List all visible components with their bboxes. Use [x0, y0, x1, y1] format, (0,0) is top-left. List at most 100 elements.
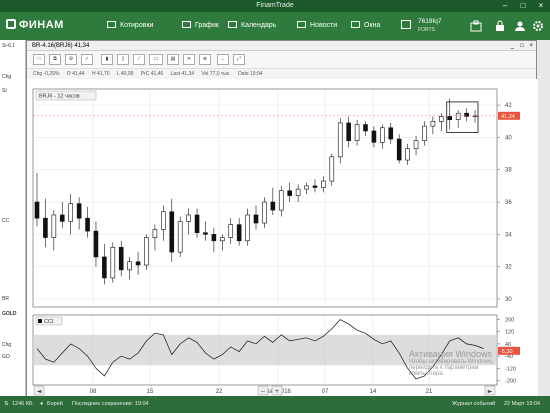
status-datetime: 22 Март 19:04 [504, 401, 541, 407]
finam-logo: ФИНАМ [6, 19, 64, 31]
candle-down [93, 230, 99, 258]
candle-down [396, 138, 402, 161]
x-tick-label: 08 [90, 389, 97, 395]
cci-legend-swatch [38, 319, 42, 323]
copy-icon[interactable]: ⧉ [49, 54, 61, 65]
logo-text: ФИНАМ [19, 19, 64, 31]
account-market: FORTS [418, 27, 435, 33]
y-tick-label: 32 [505, 265, 512, 271]
candle-down [270, 201, 276, 211]
candle-up [186, 214, 191, 222]
news-icon [297, 21, 306, 28]
chart-window-title-text: BR-4.16(BRJ6) 41,34 [32, 43, 90, 49]
crosshair-icon[interactable]: ✕ [183, 54, 195, 65]
minimize-icon[interactable]: – [496, 0, 514, 12]
chart-window-title[interactable]: BR-4.16(BRJ6) 41,34 _ □ × [27, 41, 536, 51]
candle-down [253, 214, 259, 224]
info-last: Last 41,34 [170, 71, 195, 77]
user-icon[interactable] [514, 20, 526, 32]
candle-up [380, 127, 385, 143]
cci-tick-label: 120 [505, 330, 514, 336]
candle-up [161, 211, 166, 230]
measure-icon[interactable]: ↔ [217, 54, 229, 65]
y-tick-label: 38 [505, 168, 512, 174]
line-icon[interactable]: ⁄ [133, 54, 145, 65]
y-tick-label: 42 [505, 103, 512, 109]
menu-windows[interactable]: Окна [351, 21, 380, 29]
stub-label: Chg [2, 74, 12, 80]
info-volume: Vol 77,0 тыс. [201, 71, 231, 77]
candle-down [43, 217, 48, 238]
candle-up [329, 156, 335, 182]
orders-icon[interactable] [470, 20, 482, 32]
menu-calendar[interactable]: Календарь [228, 21, 276, 29]
close-icon[interactable]: × [532, 0, 550, 12]
y-tick-label: 34 [505, 232, 512, 238]
candle-down [118, 246, 124, 271]
settings-icon[interactable]: ⚙ [65, 54, 77, 65]
candle-down [34, 201, 40, 219]
bars-icon[interactable]: ▮ [101, 54, 113, 65]
draw-icon[interactable]: ⊕ [199, 54, 211, 65]
candle-up [413, 140, 419, 150]
account-info[interactable]: 7618fq7 FORTS [418, 18, 442, 34]
candle-up [337, 122, 343, 158]
candle-up [68, 203, 73, 222]
candle-up [278, 190, 284, 211]
scroll-left-button-label: ◄ [37, 388, 42, 395]
menu-quotes[interactable]: Котировки [107, 21, 153, 29]
period-icon[interactable]: ▭ [149, 54, 163, 65]
candle-up [295, 188, 301, 196]
windows-icon [351, 21, 360, 28]
menu-chart[interactable]: График [182, 21, 219, 29]
lock-icon[interactable] [494, 20, 506, 32]
candle-up [321, 180, 326, 188]
window-minimize-icon[interactable]: _ [511, 41, 514, 51]
stub-label: Si-6.1 [2, 43, 16, 49]
candle-up [220, 237, 225, 242]
account-id: 7618fq7 [418, 18, 442, 25]
maximize-icon[interactable]: □ [514, 0, 532, 12]
candle-down [346, 122, 351, 141]
menu-chart-label: График [195, 22, 219, 29]
candle-up [430, 120, 436, 127]
events-journal-link[interactable]: Журнал событий [452, 401, 495, 407]
menu-windows-label: Окна [364, 22, 381, 29]
candle-up [152, 229, 158, 238]
cci-tick-label: -200 [505, 378, 516, 384]
title-bar: FinamTrade – □ × [0, 0, 550, 12]
candle-up [405, 148, 410, 161]
chart-window: BR-4.16(BRJ6) 41,34 _ □ × □ ⧉ ⚙ ✓ ▮ ▯ ⁄ … [26, 40, 538, 397]
status-autosave: Последнее сохранение: 19:04 [72, 401, 149, 407]
window-maximize-icon[interactable]: □ [520, 41, 524, 51]
y-tick-label: 40 [505, 135, 512, 141]
candle-up [304, 185, 309, 190]
watermark-title: Активация Windows [409, 349, 492, 359]
menu-news[interactable]: Новости [297, 21, 337, 29]
x-tick-label: 21 [426, 389, 433, 395]
cci-label: CCI [44, 319, 54, 325]
series-label: BRJ6 - 12 часов [39, 94, 80, 100]
indicator-icon[interactable]: ✓ [81, 54, 93, 65]
stub-label: CC [2, 218, 10, 224]
zoom-icon[interactable]: ⤢ [233, 54, 245, 65]
portfolio-icon[interactable] [401, 20, 415, 30]
candle-down [363, 124, 368, 132]
x-tick-label: 15 [147, 389, 154, 395]
chart-toolbar: □ ⧉ ⚙ ✓ ▮ ▯ ⁄ ▭ ▤ ✕ ⊕ ↔ ⤢ [27, 51, 536, 69]
scroll-right-button-label: ► [488, 388, 493, 395]
y-tick-label: 36 [505, 200, 512, 206]
new-chart-icon[interactable]: □ [33, 54, 45, 65]
zoom-in-button-label: + [274, 388, 279, 395]
candle-up [228, 224, 234, 238]
gear-icon[interactable] [532, 20, 544, 32]
stub-label: BR [2, 296, 9, 302]
window-close-icon[interactable]: × [529, 41, 533, 51]
candles-icon[interactable]: ▯ [117, 54, 129, 65]
candle-down [194, 214, 200, 234]
stub-label: GO [2, 354, 10, 360]
status-traffic: 1246 КБ [12, 401, 33, 407]
compare-icon[interactable]: ▤ [167, 54, 179, 65]
chart-icon [182, 21, 191, 28]
x-tick-label: 14 [370, 389, 377, 395]
